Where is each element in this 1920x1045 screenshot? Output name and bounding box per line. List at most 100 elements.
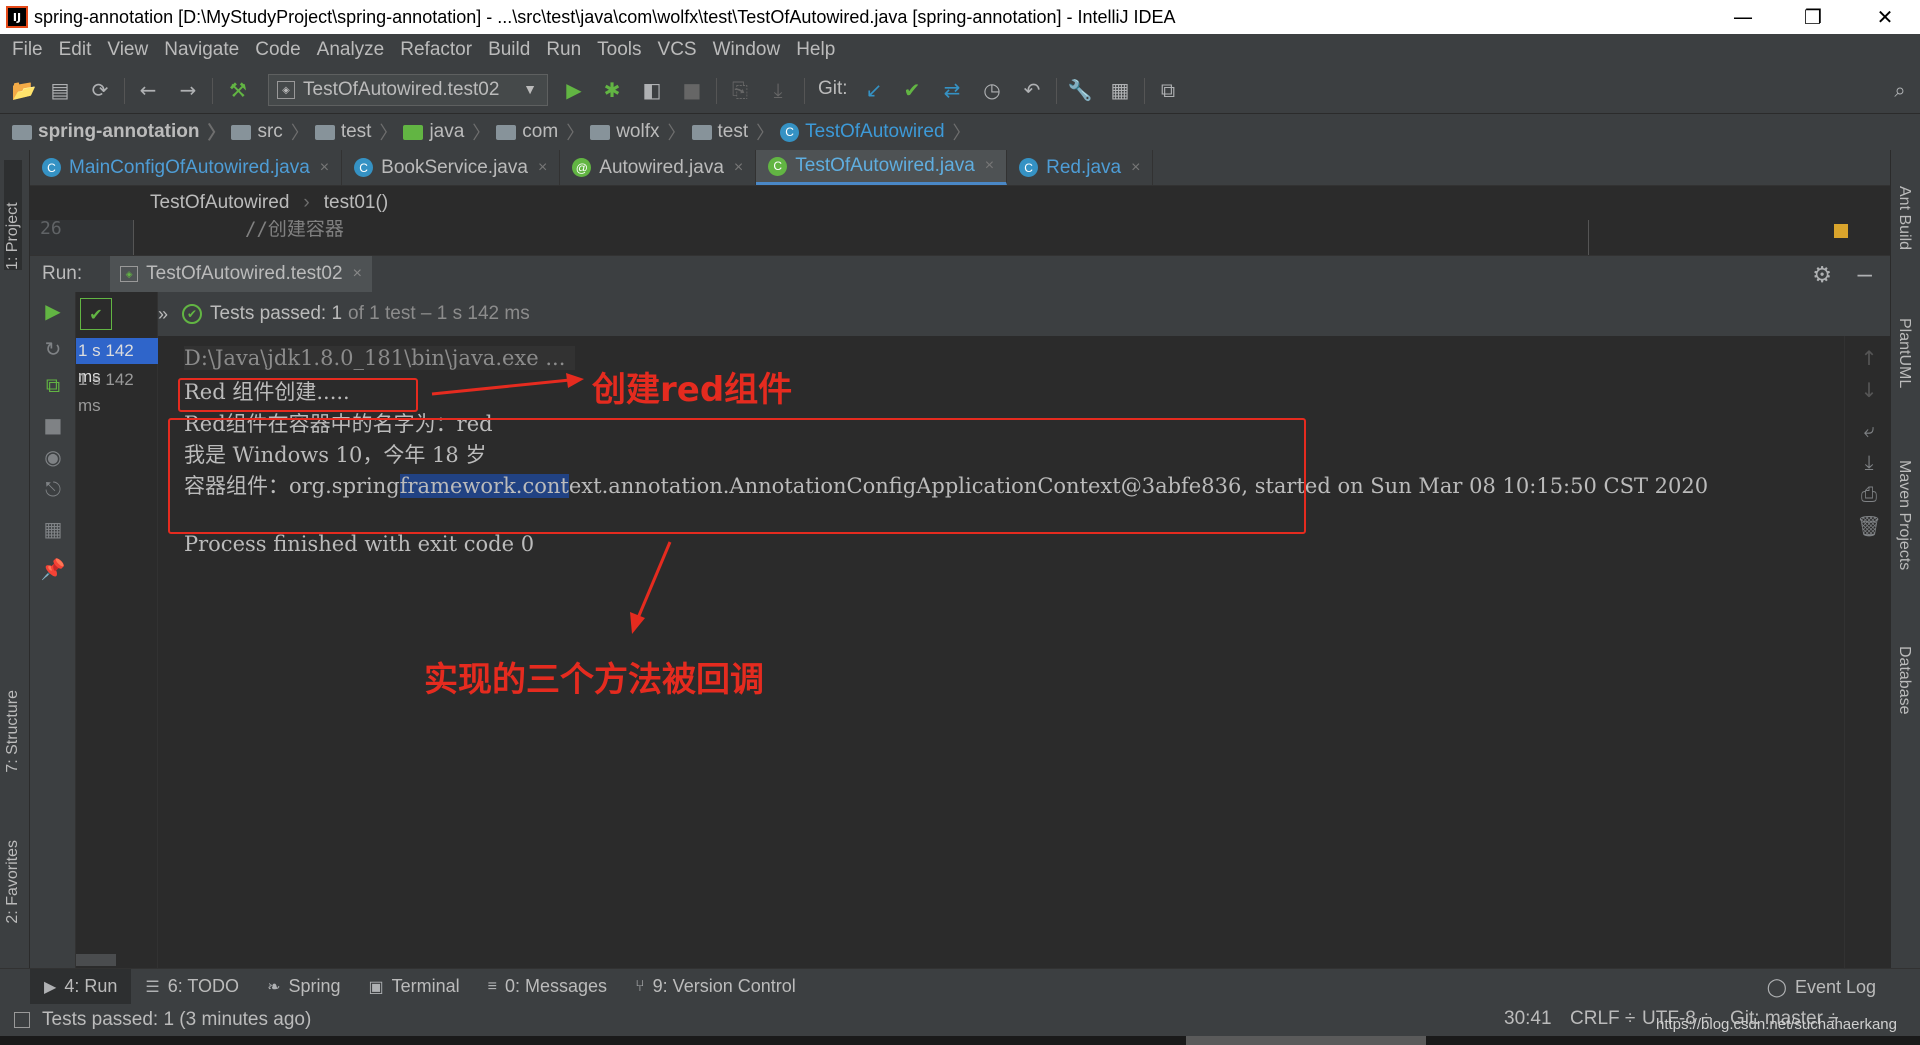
debug-bug-icon[interactable]: ✱ — [598, 76, 626, 104]
tab-messages[interactable]: ≡ 0: Messages — [474, 969, 621, 1005]
breadcrumb-item-class[interactable]: C TestOfAutowired 〉 — [780, 119, 971, 145]
git-commit-check-icon[interactable]: ✔ — [898, 76, 926, 104]
show-passed-icon[interactable]: ✔ — [80, 298, 112, 330]
rerun-icon[interactable]: ▶ — [40, 298, 66, 324]
menu-help[interactable]: Help — [788, 39, 843, 61]
tab-database[interactable]: Database — [1895, 646, 1913, 715]
minimize-button[interactable]: — — [1708, 0, 1778, 34]
close-tab-icon[interactable]: × — [734, 159, 743, 177]
update-project-icon[interactable]: ⎘ — [726, 76, 754, 104]
open-folder-icon[interactable]: 📂 — [10, 76, 38, 104]
tab-run[interactable]: ▶ 4: Run — [30, 968, 132, 1005]
tab-plantuml[interactable]: PlantUML — [1895, 318, 1913, 388]
menu-refactor[interactable]: Refactor — [392, 39, 480, 61]
revert-icon[interactable]: ↶ — [1018, 76, 1046, 104]
scroll-to-end-icon[interactable]: ⤓ — [1857, 450, 1881, 474]
tab-testofautowired[interactable]: C TestOfAutowired.java × — [756, 150, 1008, 185]
menu-build[interactable]: Build — [480, 39, 538, 61]
tab-mainconfigofautowired[interactable]: C MainConfigOfAutowired.java × — [30, 150, 343, 185]
expand-chevron-icon[interactable]: » — [158, 304, 168, 325]
tab-structure[interactable]: 7: Structure — [4, 690, 22, 773]
menu-view[interactable]: View — [99, 39, 156, 61]
close-tab-icon[interactable]: × — [353, 265, 362, 283]
editor-area[interactable]: 26 //创建容器 — [30, 220, 1890, 256]
tab-autowired[interactable]: @ Autowired.java × — [560, 150, 757, 185]
tab-terminal[interactable]: ▣ Terminal — [355, 969, 474, 1005]
git-update-icon[interactable]: ↙ — [860, 76, 888, 104]
menu-navigate[interactable]: Navigate — [156, 39, 247, 61]
tab-ant-build[interactable]: Ant Build — [1895, 186, 1913, 250]
restore-button[interactable]: ❐ — [1778, 0, 1848, 34]
event-log-button[interactable]: ◯ Event Log — [1767, 969, 1876, 1005]
tab-maven-projects[interactable]: Maven Projects — [1895, 460, 1913, 570]
caret-position[interactable]: 30:41 — [1504, 1008, 1552, 1030]
commit-icon[interactable]: ⤓ — [764, 76, 792, 104]
project-structure-icon[interactable]: ▦ — [1106, 76, 1134, 104]
run-with-coverage-icon[interactable]: ◧ — [638, 76, 666, 104]
down-arrow-icon[interactable]: ↓ — [1857, 378, 1881, 402]
search-icon[interactable]: ⌕ — [1886, 76, 1914, 104]
back-arrow-icon[interactable]: ← — [134, 76, 162, 104]
menu-analyze[interactable]: Analyze — [309, 39, 393, 61]
menu-vcs[interactable]: VCS — [650, 39, 705, 61]
gear-icon[interactable]: ⚙ — [1812, 262, 1832, 288]
tab-spring[interactable]: ❧ Spring — [253, 969, 354, 1005]
menu-code[interactable]: Code — [247, 39, 308, 61]
line-separator[interactable]: CRLF ÷ — [1570, 1008, 1635, 1030]
close-tab-icon[interactable]: × — [320, 159, 329, 177]
tab-version-control[interactable]: ⑂ 9: Version Control — [621, 969, 810, 1005]
print-icon[interactable]: ⎙ — [1857, 482, 1881, 506]
camera-icon[interactable]: ◉ — [40, 444, 66, 470]
close-button[interactable]: ✕ — [1850, 0, 1920, 34]
run-tab[interactable]: ◈ TestOfAutowired.test02 × — [110, 256, 372, 292]
warning-marker[interactable] — [1834, 224, 1848, 238]
breadcrumb-item-test[interactable]: test 〉 — [314, 119, 397, 145]
git-compare-icon[interactable]: ⇄ — [938, 76, 966, 104]
save-all-icon[interactable]: ▤ — [46, 76, 74, 104]
settings-wrench-icon[interactable]: 🔧 — [1066, 76, 1094, 104]
up-arrow-icon[interactable]: ↑ — [1857, 346, 1881, 370]
breadcrumb-item-com[interactable]: com 〉 — [496, 119, 584, 145]
menu-window[interactable]: Window — [705, 39, 789, 61]
editor-crumb-class[interactable]: TestOfAutowired — [150, 192, 289, 214]
test-tree-item[interactable]: 1 s 142 ms — [76, 367, 158, 415]
build-hammer-icon[interactable]: ⚒ — [224, 76, 252, 104]
tab-bookservice[interactable]: C BookService.java × — [342, 150, 561, 185]
layout-icon[interactable]: ▦ — [40, 516, 66, 542]
close-tab-icon[interactable]: × — [1131, 159, 1140, 177]
test-tree-root[interactable]: 1 s 142 ms — [76, 338, 158, 386]
run-configuration-select[interactable]: ◈ TestOfAutowired.test02 ▼ — [268, 74, 548, 106]
close-tab-icon[interactable]: × — [538, 159, 547, 177]
rerun-failed-icon[interactable]: ↻ — [40, 336, 66, 362]
toggle-auto-test-icon[interactable]: ⧉ — [40, 372, 66, 398]
breadcrumb-item-test-package[interactable]: test 〉 — [691, 119, 774, 145]
synchronize-icon[interactable]: ⟳ — [86, 76, 114, 104]
horizontal-scrollbar[interactable] — [76, 954, 116, 966]
run-icon[interactable]: ▶ — [560, 76, 588, 104]
history-clock-icon[interactable]: ◷ — [978, 76, 1006, 104]
stop-icon[interactable]: ■ — [678, 76, 706, 104]
sdk-manager-icon[interactable]: ⧉ — [1154, 76, 1182, 104]
menu-edit[interactable]: Edit — [51, 39, 100, 61]
trash-icon[interactable]: 🗑 — [1856, 514, 1881, 538]
tab-favorites[interactable]: 2: Favorites — [4, 840, 22, 924]
breadcrumb-item-wolfx[interactable]: wolfx 〉 — [590, 119, 686, 145]
hide-panel-icon[interactable]: – — [1858, 258, 1872, 289]
editor-crumb-method[interactable]: test01() — [324, 192, 388, 214]
forward-arrow-icon[interactable]: → — [174, 76, 202, 104]
menu-run[interactable]: Run — [538, 39, 589, 61]
breadcrumb-item-java[interactable]: java 〉 — [403, 119, 490, 145]
exit-icon[interactable]: ⎋ — [40, 476, 66, 502]
tab-todo[interactable]: ☰ 6: TODO — [131, 969, 253, 1005]
tool-windows-icon[interactable] — [14, 1012, 30, 1028]
menu-file[interactable]: File — [4, 39, 51, 61]
breadcrumb-item-project[interactable]: spring-annotation 〉 — [12, 119, 225, 145]
menu-tools[interactable]: Tools — [589, 39, 649, 61]
tab-red[interactable]: C Red.java × — [1007, 150, 1154, 185]
breadcrumb-item-src[interactable]: src 〉 — [231, 119, 309, 145]
pin-icon[interactable]: 📌 — [40, 556, 66, 582]
stop-icon[interactable]: ■ — [40, 412, 66, 438]
soft-wrap-icon[interactable]: ⤶ — [1857, 418, 1881, 442]
close-tab-icon[interactable]: × — [985, 157, 994, 175]
tab-project[interactable]: 1: Project — [4, 160, 22, 270]
